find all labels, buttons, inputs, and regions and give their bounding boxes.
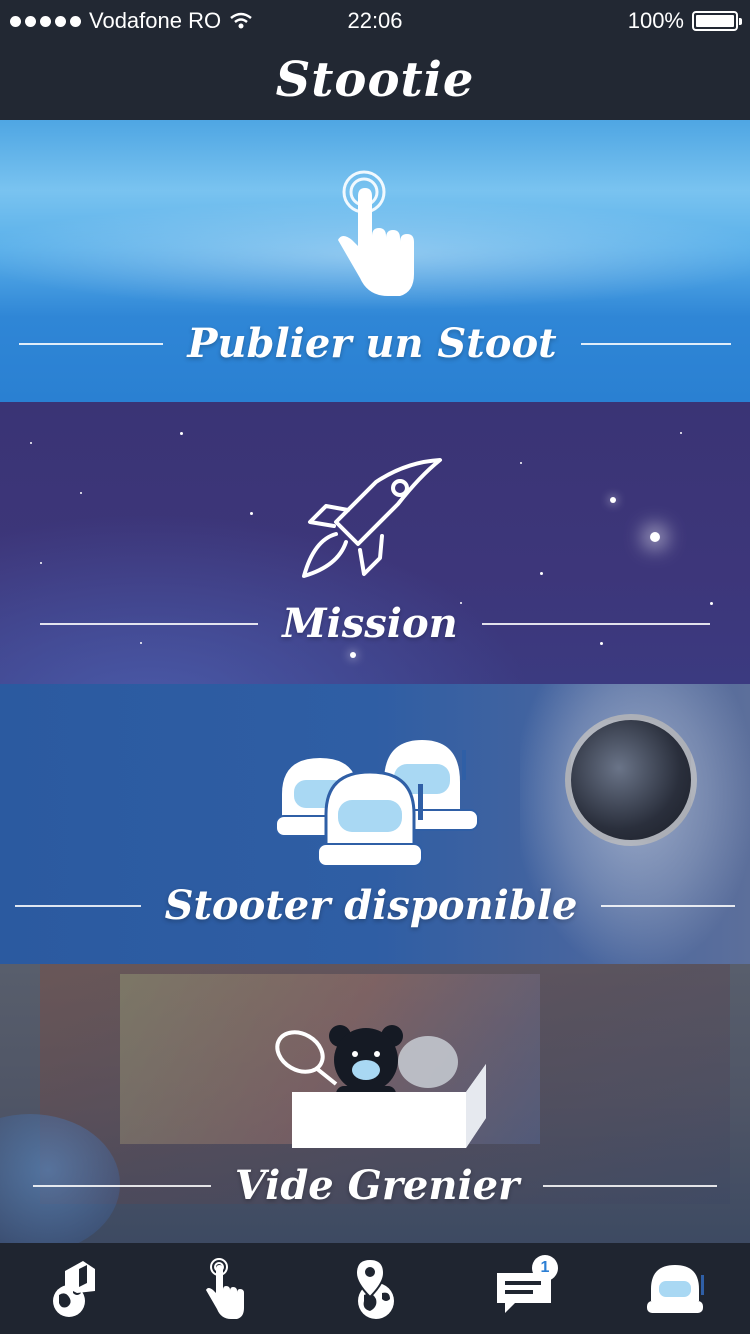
divider-line: [40, 622, 259, 625]
tab-bar: 1: [0, 1243, 750, 1334]
message-badge: 1: [532, 1254, 558, 1281]
divider-line: [19, 342, 164, 345]
mission-panel[interactable]: Mission: [0, 402, 750, 684]
tab-messages[interactable]: 1: [480, 1249, 570, 1329]
garage-sale-title: Vide Grenier: [0, 1162, 750, 1209]
mission-title: Mission: [0, 600, 750, 647]
stooter-available-title: Stooter disponible: [0, 882, 750, 929]
battery-icon: [692, 11, 742, 31]
garage-sale-panel[interactable]: Vide Grenier: [0, 964, 750, 1243]
panel-label: Mission: [282, 600, 458, 647]
status-right: 100%: [627, 8, 742, 34]
navbar: Stootie: [0, 40, 750, 120]
tap-hand-icon: [206, 1257, 244, 1319]
panel-label: Stooter disponible: [164, 882, 578, 929]
battery-percent: 100%: [627, 8, 684, 33]
tab-publish[interactable]: [180, 1249, 270, 1329]
stooter-available-panel[interactable]: Stooter disponible: [0, 684, 750, 964]
astronaut-visor: [565, 714, 697, 846]
tab-globe-house[interactable]: [30, 1249, 120, 1329]
divider-line: [543, 1184, 718, 1187]
astronaut-helmets-icon: [272, 736, 484, 877]
panel-label: Vide Grenier: [234, 1162, 520, 1209]
divider-line: [481, 622, 710, 625]
globe-house-icon: [53, 1260, 95, 1317]
publish-stoot-panel[interactable]: Publier un Stoot: [0, 120, 750, 402]
tab-map[interactable]: [330, 1249, 420, 1329]
divider-line: [32, 1184, 211, 1187]
tab-profile[interactable]: [630, 1249, 720, 1329]
divider-line: [580, 342, 731, 345]
globe-pin-icon: [354, 1257, 394, 1319]
box-items-icon: [270, 1022, 490, 1159]
tap-hand-icon: [330, 168, 420, 308]
status-bar: Vodafone RO 22:06 100%: [0, 0, 750, 40]
app-title: Stootie: [275, 52, 475, 108]
publish-stoot-title: Publier un Stoot: [0, 320, 750, 367]
divider-line: [601, 904, 736, 907]
divider-line: [14, 904, 141, 907]
rocket-icon: [296, 456, 446, 587]
helmet-icon: [647, 1264, 704, 1313]
panel-label: Publier un Stoot: [187, 320, 557, 367]
